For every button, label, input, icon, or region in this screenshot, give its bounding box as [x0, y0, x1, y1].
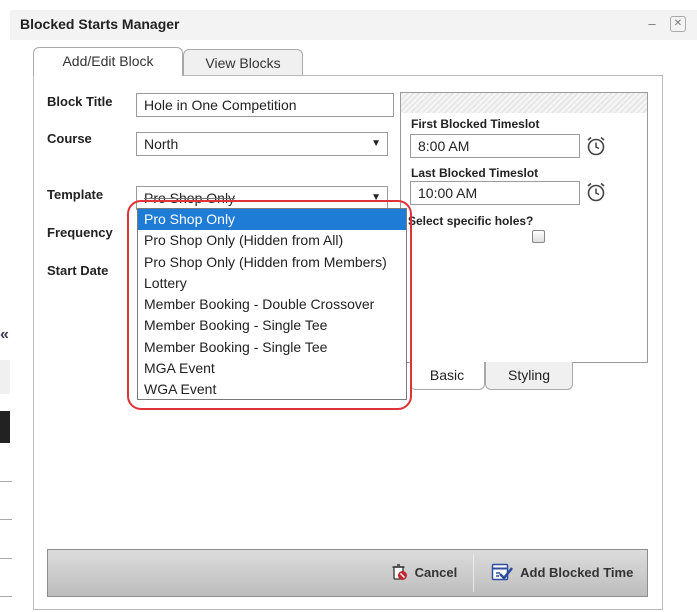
panel-header-hatch [401, 93, 647, 113]
dropdown-option[interactable]: MGA Event [138, 358, 406, 379]
footer-divider [473, 554, 474, 592]
left-page-fragment [0, 360, 10, 394]
left-page-dark-bar [0, 411, 10, 443]
window-titlebar[interactable]: Blocked Starts Manager – ✕ [10, 10, 697, 40]
chevron-down-icon: ▼ [371, 138, 381, 149]
template-dropdown-list[interactable]: Pro Shop Only Pro Shop Only (Hidden from… [137, 208, 407, 400]
template-select-value: Pro Shop Only [144, 190, 236, 206]
last-timeslot-input[interactable]: 10:00 AM [410, 181, 580, 205]
dropdown-option[interactable]: Pro Shop Only (Hidden from All) [138, 230, 406, 251]
collapse-chevron-icon[interactable]: « [0, 326, 9, 344]
block-title-label: Block Title [47, 94, 113, 109]
left-page-divider [0, 481, 12, 482]
left-page-divider [0, 519, 12, 520]
course-select-value: North [144, 136, 179, 152]
add-blocked-time-label: Add Blocked Time [520, 565, 634, 580]
close-button[interactable]: ✕ [670, 16, 686, 32]
tab-basic[interactable]: Basic [410, 362, 485, 390]
tab-view-blocks[interactable]: View Blocks [183, 49, 303, 75]
dialog-footer: Cancel Add Blocked Time [47, 549, 648, 597]
clock-icon[interactable] [585, 181, 607, 203]
frequency-label: Frequency [47, 225, 113, 240]
course-label: Course [47, 131, 92, 146]
left-page-divider [0, 558, 12, 559]
select-holes-checkbox[interactable] [532, 230, 545, 243]
start-date-label: Start Date [47, 263, 109, 278]
left-page-divider [0, 596, 12, 597]
chevron-down-icon: ▼ [371, 192, 381, 203]
trash-cancel-icon [392, 564, 407, 580]
block-title-input[interactable]: Hole in One Competition [136, 93, 394, 117]
tab-styling[interactable]: Styling [485, 362, 573, 390]
template-label: Template [47, 187, 104, 202]
calendar-check-icon [491, 563, 514, 581]
dropdown-option[interactable]: Lottery [138, 273, 406, 294]
dropdown-option[interactable]: Member Booking - Single Tee [138, 315, 406, 336]
first-timeslot-label: First Blocked Timeslot [411, 117, 540, 131]
dropdown-option[interactable]: Pro Shop Only (Hidden from Members) [138, 252, 406, 273]
first-timeslot-input[interactable]: 8:00 AM [410, 134, 580, 158]
course-select[interactable]: North ▼ [136, 132, 388, 156]
template-select[interactable]: Pro Shop Only ▼ [136, 186, 388, 210]
last-timeslot-label: Last Blocked Timeslot [411, 166, 539, 180]
dropdown-option[interactable]: Member Booking - Single Tee [138, 337, 406, 358]
dropdown-option[interactable]: Member Booking - Double Crossover [138, 294, 406, 315]
select-holes-label: Select specific holes? [408, 214, 534, 228]
minimize-button[interactable]: – [644, 16, 660, 32]
tab-add-edit-block[interactable]: Add/Edit Block [33, 47, 183, 76]
cancel-label: Cancel [414, 565, 458, 580]
add-blocked-time-button[interactable]: Add Blocked Time [491, 550, 633, 596]
cancel-button[interactable]: Cancel [391, 550, 457, 596]
clock-icon[interactable] [585, 135, 607, 157]
dropdown-option[interactable]: WGA Event [138, 379, 406, 400]
timeslot-panel: First Blocked Timeslot 8:00 AM Last Bloc… [400, 92, 648, 363]
window-title: Blocked Starts Manager [20, 16, 180, 32]
dropdown-option[interactable]: Pro Shop Only [138, 209, 406, 231]
